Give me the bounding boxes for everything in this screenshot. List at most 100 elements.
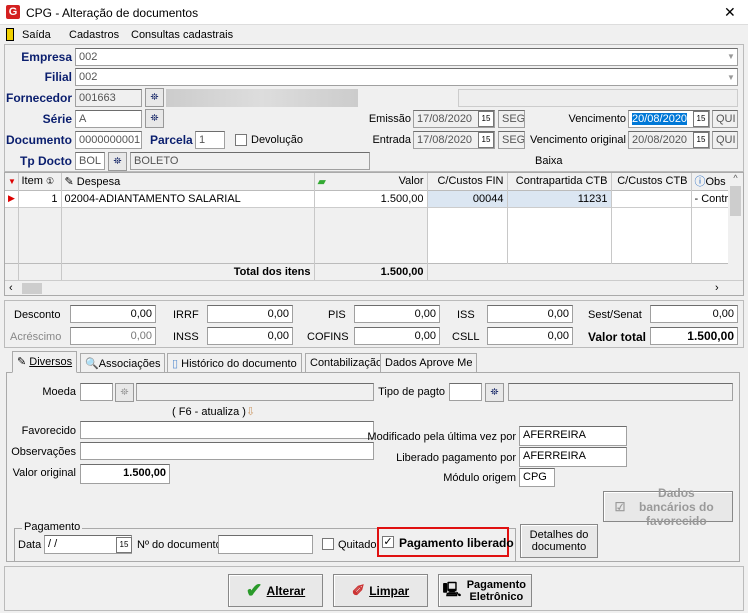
- pagamento-liberado-checkbox[interactable]: ✓: [382, 536, 394, 548]
- liberado-input: AFERREIRA: [519, 447, 627, 467]
- pagamento-group-label: Pagamento: [22, 521, 83, 533]
- fornecedor-label: Fornecedor: [5, 91, 72, 105]
- valor-original-input[interactable]: 1.500,00: [80, 464, 170, 484]
- observacoes-input[interactable]: [80, 442, 374, 460]
- parcela-input[interactable]: 1: [195, 131, 225, 149]
- close-icon[interactable]: ✕: [724, 4, 736, 21]
- tab-associacoes[interactable]: 🔍Associações: [80, 353, 166, 373]
- col-item[interactable]: Item ①: [18, 173, 62, 190]
- binoculars-icon[interactable]: ⛯: [485, 383, 504, 402]
- irrf-input[interactable]: 0,00: [207, 305, 293, 323]
- calendar-icon[interactable]: 15: [478, 111, 494, 127]
- inss-label: INSS: [173, 331, 199, 343]
- quitado-checkbox[interactable]: [322, 538, 334, 550]
- scroll-icon: ▯: [172, 358, 179, 370]
- serie-input[interactable]: A: [75, 110, 142, 128]
- moeda-input[interactable]: [80, 383, 113, 401]
- calendar-icon[interactable]: 15: [116, 537, 132, 553]
- documento-input[interactable]: 0000000001: [75, 131, 142, 149]
- tpdocto-input[interactable]: BOL: [75, 152, 105, 170]
- title-bar: G CPG - Alteração de documentos ✕: [0, 0, 748, 25]
- favorecido-input[interactable]: [80, 421, 374, 439]
- row-indicator-icon: ▶: [5, 190, 19, 207]
- tab-contabilizacao[interactable]: Contabilização: [305, 353, 388, 373]
- valor-total-label: Valor total: [588, 330, 647, 344]
- baixa-label: Baixa: [535, 155, 563, 167]
- sest-label: Sest/Senat: [588, 309, 642, 321]
- cell-ccfin: 00044: [427, 190, 508, 207]
- limpar-button[interactable]: ✐ Limpar: [333, 574, 428, 607]
- csll-input[interactable]: 0,00: [487, 327, 573, 345]
- binoculars-icon[interactable]: ⛯: [145, 88, 164, 107]
- desconto-label: Desconto: [14, 309, 61, 321]
- cofins-label: COFINS: [307, 331, 349, 343]
- data-label: Data: [18, 539, 42, 551]
- cell-contrapartida: 11231: [507, 190, 612, 207]
- cell-obs: - Contra: [691, 190, 729, 207]
- devolucao-checkbox[interactable]: [235, 134, 247, 146]
- chevron-down-icon[interactable]: ▼: [727, 52, 735, 61]
- horizontal-scrollbar[interactable]: ‹ ›: [5, 280, 743, 295]
- chevron-down-icon[interactable]: ▼: [727, 73, 735, 82]
- eraser-icon: ✐: [351, 582, 366, 600]
- devolucao-label: Devolução: [251, 134, 303, 146]
- detalhes-documento-button[interactable]: Detalhes do documento: [520, 524, 598, 558]
- col-contrapartida[interactable]: Contrapartida CTB: [507, 173, 612, 190]
- calendar-icon[interactable]: 15: [478, 132, 494, 148]
- menu-consultas[interactable]: Consultas cadastrais: [131, 29, 233, 41]
- tab-historico[interactable]: ▯ Histórico do documento: [167, 353, 302, 373]
- acrescimo-label: Acréscimo: [10, 331, 62, 343]
- filial-select[interactable]: 002: [75, 68, 738, 86]
- binoculars-icon[interactable]: ⛯: [115, 383, 134, 402]
- binoculars-icon[interactable]: ⛯: [108, 152, 127, 171]
- tipo-pagto-input[interactable]: [449, 383, 482, 401]
- cell-item: 1: [18, 190, 62, 207]
- tab-diversos[interactable]: ✎ Diversos: [12, 351, 78, 373]
- moeda-desc: [136, 383, 374, 401]
- binoculars-icon[interactable]: ⛯: [145, 109, 164, 128]
- fornecedor-input[interactable]: 001663: [75, 89, 142, 107]
- documento-label: Documento: [6, 133, 72, 147]
- sest-input[interactable]: 0,00: [650, 305, 738, 323]
- col-despesa[interactable]: ✎ Despesa: [61, 173, 315, 190]
- calendar-icon[interactable]: 15: [693, 111, 709, 127]
- modulo-label: Módulo origem: [443, 472, 516, 484]
- cofins-input[interactable]: 0,00: [354, 327, 440, 345]
- tab-dados-aprove-me[interactable]: Dados Aprove Me: [380, 353, 478, 373]
- sort-icon: ①: [45, 176, 55, 187]
- table-row[interactable]: ▶ 1 02004-ADIANTAMENTO SALARIAL 1.500,00…: [5, 190, 729, 207]
- pencil-icon: ✎: [17, 356, 27, 368]
- col-ccctb[interactable]: C/Custos CTB: [611, 173, 692, 190]
- desconto-input[interactable]: 0,00: [70, 305, 156, 323]
- modificado-input: AFERREIRA: [519, 426, 627, 446]
- dados-bancarios-button[interactable]: ☑ Dados bancários do favorecido: [603, 486, 733, 528]
- pagamento-eletronico-button[interactable]: 🖳 Pagamento Eletrônico: [438, 574, 532, 607]
- entrada-weekday: SEG: [498, 131, 525, 149]
- quitado-label: Quitado: [338, 539, 377, 551]
- total-label: Total dos itens: [61, 263, 315, 280]
- check-icon: ☑: [614, 499, 626, 514]
- alterar-button[interactable]: ✔ Alterar: [228, 574, 323, 607]
- col-valor[interactable]: ▰ Valor: [314, 173, 428, 190]
- empresa-select[interactable]: 002: [75, 48, 738, 66]
- items-grid[interactable]: ▼ Item ① ✎ Despesa ▰ Valor C/Custos FIN C…: [4, 172, 744, 296]
- ndoc-input[interactable]: [218, 535, 313, 554]
- vertical-scrollbar[interactable]: ^: [728, 173, 743, 280]
- calendar-icon[interactable]: 15: [693, 132, 709, 148]
- iss-input[interactable]: 0,00: [487, 305, 573, 323]
- cell-despesa: 02004-ADIANTAMENTO SALARIAL: [61, 190, 315, 207]
- fornecedor-name-blurred: [166, 89, 358, 107]
- pis-input[interactable]: 0,00: [354, 305, 440, 323]
- modificado-label: Modificado pela última vez por: [367, 431, 516, 443]
- computer-icon: 🖳: [442, 580, 462, 597]
- col-ccfin[interactable]: C/Custos FIN: [427, 173, 508, 190]
- empresa-label: Empresa: [21, 50, 72, 64]
- menu-cadastros[interactable]: Cadastros: [69, 29, 119, 41]
- tpdocto-label: Tp Docto: [20, 154, 72, 168]
- serie-label: Série: [42, 112, 72, 126]
- acrescimo-input[interactable]: 0,00: [70, 327, 156, 345]
- venc-original-label: Vencimento original: [529, 134, 626, 146]
- inss-input[interactable]: 0,00: [207, 327, 293, 345]
- menu-saida[interactable]: Saída: [22, 29, 51, 41]
- col-obs[interactable]: ⓘObs: [691, 173, 729, 190]
